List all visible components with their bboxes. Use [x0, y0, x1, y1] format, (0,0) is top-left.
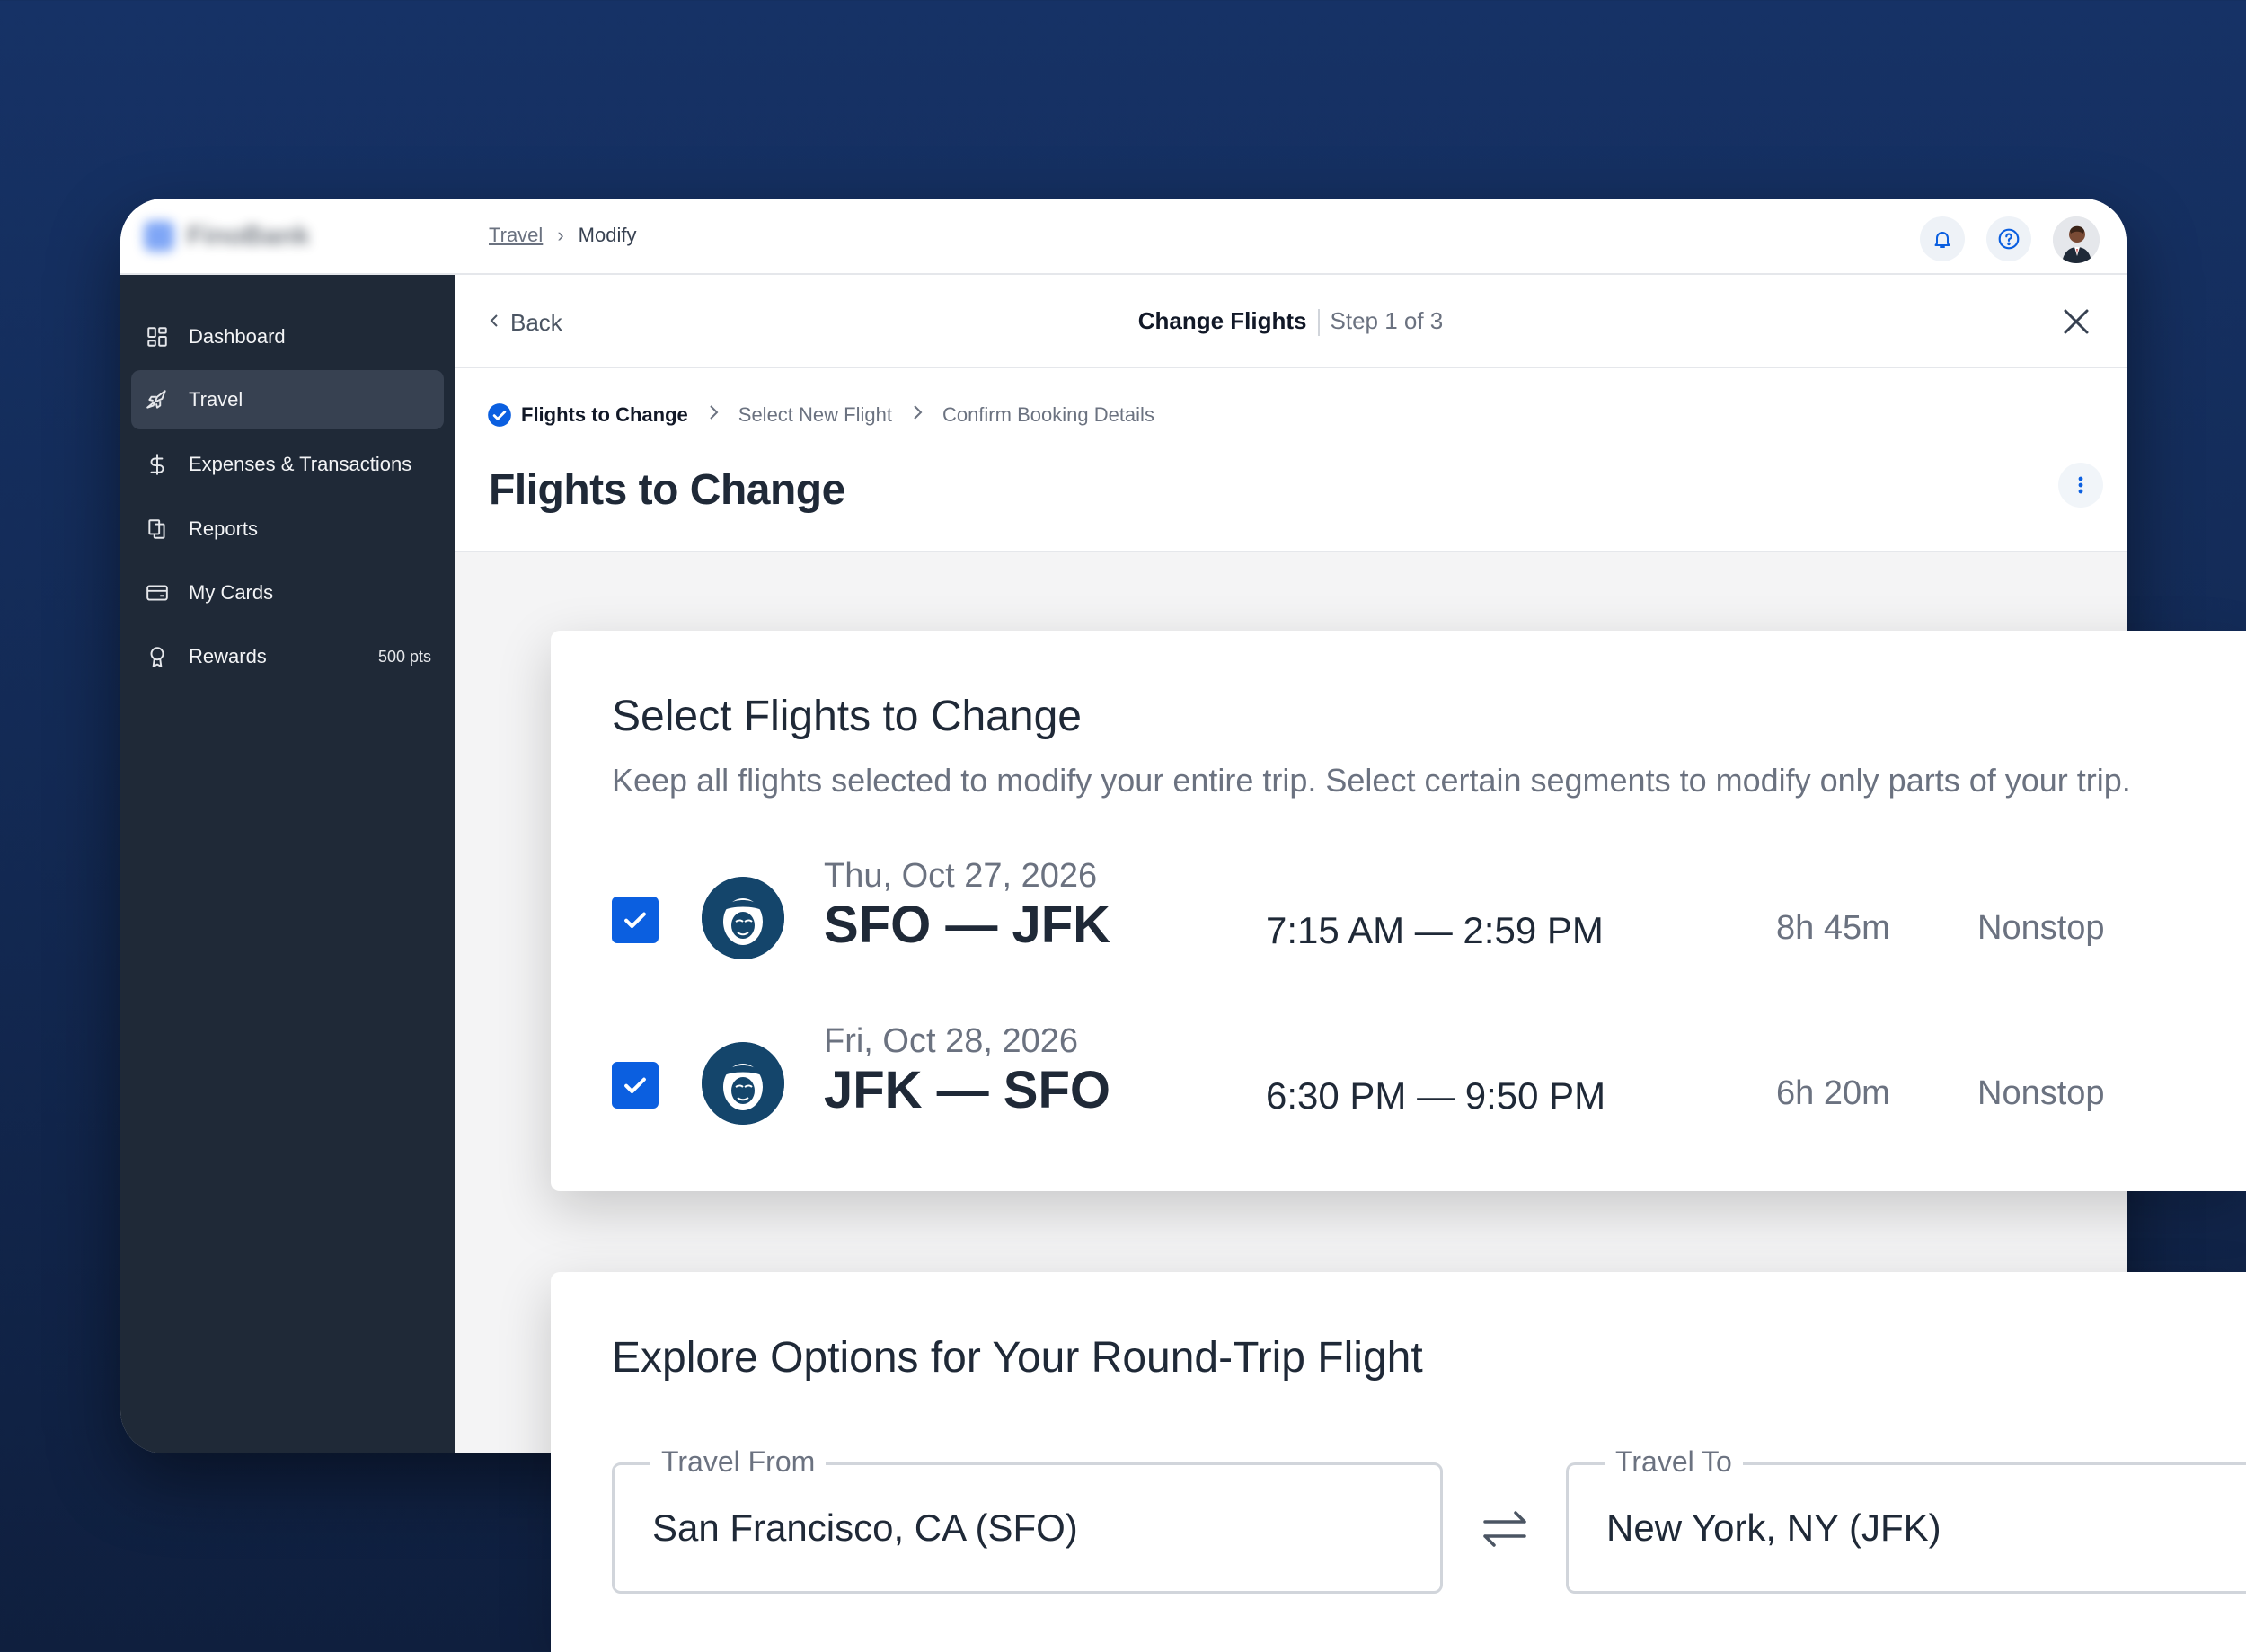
- travel-to-label: Travel To: [1605, 1445, 1743, 1479]
- card-subtitle: Keep all flights selected to modify your…: [612, 762, 2131, 799]
- flow-header: Back Change Flights Step 1 of 3: [455, 275, 2127, 368]
- page-title: Flights to Change: [489, 466, 845, 514]
- logo-mark-icon: [144, 221, 174, 252]
- title-divider: [1317, 309, 1320, 337]
- step-label: Flights to Change: [521, 403, 688, 426]
- card-icon: [144, 579, 171, 606]
- sidebar-item-dashboard[interactable]: Dashboard: [131, 307, 444, 367]
- close-button[interactable]: [2060, 305, 2092, 338]
- flow-title: Change Flights Step 1 of 3: [455, 307, 2127, 337]
- avatar[interactable]: [2053, 216, 2100, 263]
- flight-row[interactable]: Fri, Oct 28, 2026 JFK — SFO 6:30 PM — 9:…: [612, 1022, 2193, 1139]
- sidebar-item-label: Reports: [189, 517, 259, 540]
- more-options-button[interactable]: [2058, 463, 2103, 508]
- flight-checkbox[interactable]: [612, 1062, 659, 1109]
- dollar-icon: [144, 451, 171, 478]
- sidebar-item-reports[interactable]: Reports: [131, 499, 444, 559]
- breadcrumb: Travel › Modify: [489, 224, 636, 247]
- step-label: Confirm Booking Details: [942, 403, 1154, 426]
- travel-to-value: New York, NY (JFK): [1606, 1506, 1941, 1549]
- explore-options-card: Explore Options for Your Round-Trip Flig…: [551, 1272, 2246, 1652]
- sidebar: Dashboard Travel Expenses & Transactions…: [120, 275, 455, 1453]
- dashboard-icon: [144, 323, 171, 350]
- flight-duration: 6h 20m: [1776, 1074, 1890, 1112]
- flight-duration: 8h 45m: [1776, 909, 1890, 947]
- flight-route: JFK — SFO: [824, 1061, 1111, 1119]
- travel-to-field[interactable]: Travel To New York, NY (JFK): [1566, 1445, 2246, 1594]
- page-header: Flights to Change Select New Flight Conf…: [455, 368, 2127, 552]
- travel-from-value: San Francisco, CA (SFO): [652, 1506, 1078, 1549]
- chevron-right-icon: [704, 402, 722, 428]
- swap-button[interactable]: [1478, 1502, 1532, 1556]
- swap-arrows-icon: [1483, 1511, 1526, 1547]
- chevron-right-icon: [908, 402, 926, 428]
- rewards-points-badge: 500 pts: [377, 647, 431, 666]
- flight-time: 6:30 PM — 9:50 PM: [1266, 1074, 1606, 1117]
- flight-route: SFO — JFK: [824, 896, 1111, 954]
- notifications-button[interactable]: [1920, 216, 1965, 261]
- check-icon: [624, 1077, 646, 1094]
- sidebar-item-label: Rewards: [189, 645, 267, 667]
- flight-time: 7:15 AM — 2:59 PM: [1266, 909, 1604, 951]
- flight-date: Fri, Oct 28, 2026: [824, 1022, 1079, 1060]
- check-circle-icon: [488, 403, 511, 427]
- flight-checkbox[interactable]: [612, 897, 659, 943]
- step-select-new-flight[interactable]: Select New Flight: [738, 403, 892, 427]
- flow-title-text: Change Flights: [1137, 307, 1307, 334]
- sidebar-item-label: Travel: [189, 388, 243, 411]
- sidebar-item-label: Expenses & Transactions: [189, 453, 412, 475]
- user-photo-icon: [2053, 216, 2100, 263]
- step-confirm-booking[interactable]: Confirm Booking Details: [942, 403, 1154, 427]
- top-icons: [1920, 216, 2100, 263]
- check-icon: [624, 912, 646, 929]
- travel-from-field[interactable]: Travel From San Francisco, CA (SFO): [612, 1445, 1443, 1594]
- sidebar-item-label: My Cards: [189, 581, 274, 604]
- sidebar-item-travel[interactable]: Travel: [131, 370, 444, 429]
- step-flights-to-change[interactable]: Flights to Change: [487, 402, 688, 428]
- select-flights-card: Select Flights to Change Keep all flight…: [551, 631, 2246, 1191]
- travel-from-label: Travel From: [650, 1445, 827, 1479]
- reports-icon: [144, 516, 171, 543]
- step-indicator: Step 1 of 3: [1330, 307, 1444, 334]
- sidebar-item-rewards[interactable]: Rewards 500 pts: [131, 627, 444, 686]
- plane-icon: [144, 386, 171, 413]
- sidebar-item-expenses[interactable]: Expenses & Transactions: [131, 435, 444, 494]
- app-logo[interactable]: FinoBank: [144, 218, 323, 254]
- help-button[interactable]: [1986, 216, 2031, 261]
- bell-icon: [1934, 232, 1950, 248]
- top-bar: FinoBank Travel › Modify: [120, 199, 2127, 275]
- sidebar-item-my-cards[interactable]: My Cards: [131, 563, 444, 623]
- sidebar-item-label: Dashboard: [189, 325, 286, 348]
- card-title: Select Flights to Change: [612, 693, 1082, 740]
- card-title: Explore Options for Your Round-Trip Flig…: [612, 1334, 1423, 1382]
- breadcrumb-link-travel[interactable]: Travel: [489, 224, 543, 247]
- chevron-right-icon: ›: [557, 224, 564, 246]
- logo-text: FinoBank: [187, 221, 310, 251]
- stepper: Flights to Change Select New Flight Conf…: [487, 402, 1154, 428]
- flight-stops: Nonstop: [1977, 909, 2105, 947]
- help-icon: [1998, 228, 2020, 250]
- more-vertical-icon: [2078, 476, 2083, 494]
- flight-date: Thu, Oct 27, 2026: [824, 857, 1098, 895]
- airline-logo-icon: [702, 1042, 784, 1125]
- flight-row[interactable]: Thu, Oct 27, 2026 SFO — JFK 7:15 AM — 2:…: [612, 857, 2193, 974]
- close-icon: [2064, 309, 2089, 334]
- award-icon: [144, 643, 171, 670]
- airline-logo-icon: [702, 877, 784, 959]
- breadcrumb-current: Modify: [578, 224, 637, 246]
- step-label: Select New Flight: [738, 403, 892, 426]
- flight-stops: Nonstop: [1977, 1074, 2105, 1112]
